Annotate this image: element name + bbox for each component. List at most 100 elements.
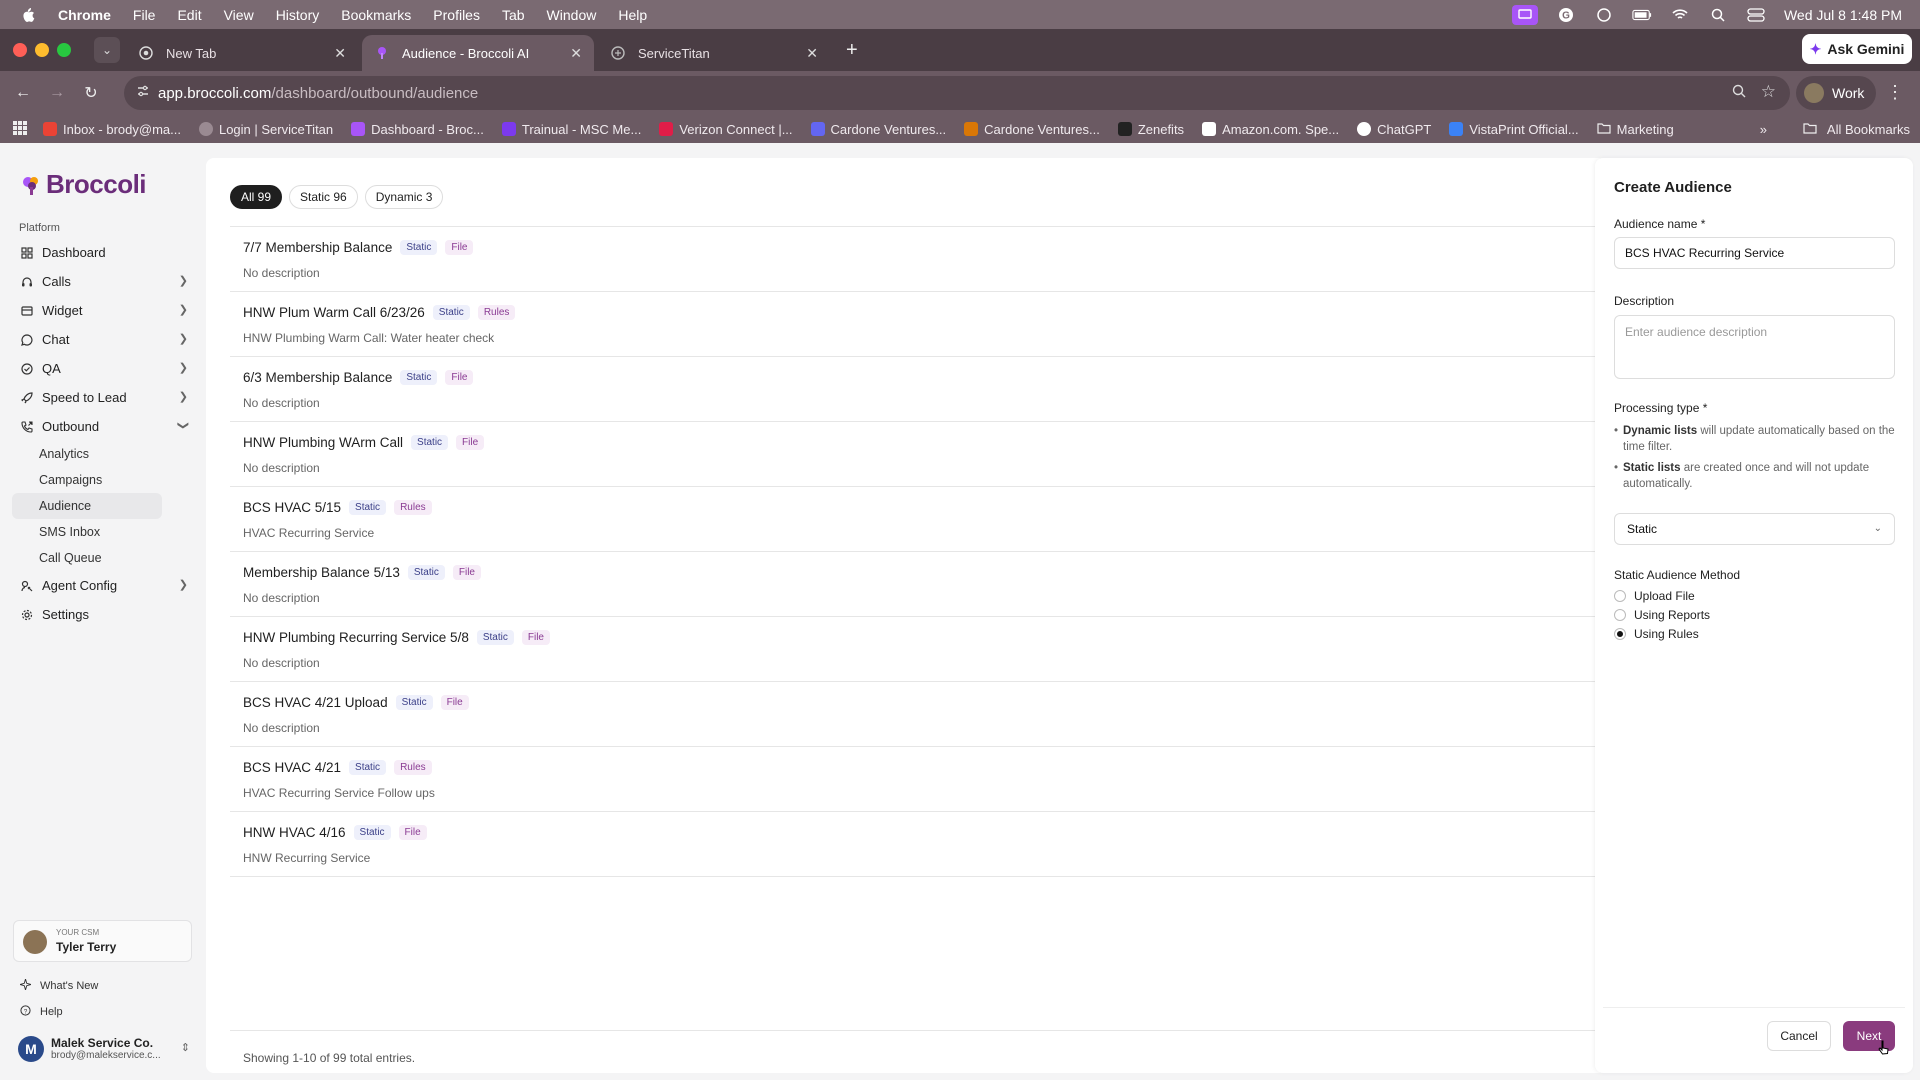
- audience-row[interactable]: HNW Plum Warm Call 6/23/26 Static Rules HN…: [230, 292, 1610, 357]
- cancel-button[interactable]: Cancel: [1767, 1021, 1831, 1051]
- close-tab-icon[interactable]: ✕: [334, 45, 346, 62]
- site-settings-icon[interactable]: [136, 84, 150, 101]
- bookmark-verizon[interactable]: Verizon Connect |...: [659, 122, 793, 137]
- bookmark-gmail[interactable]: Inbox - brody@ma...: [43, 122, 181, 137]
- bookmark-trainual[interactable]: Trainual - MSC Me...: [501, 122, 641, 137]
- menu-history[interactable]: History: [276, 7, 320, 23]
- bookmark-star-icon[interactable]: ☆: [1761, 82, 1776, 102]
- menu-help[interactable]: Help: [618, 7, 647, 23]
- menu-edit[interactable]: Edit: [177, 7, 201, 23]
- svg-text:G: G: [1562, 10, 1570, 21]
- reload-icon[interactable]: ↻: [74, 83, 108, 103]
- sidebar-subitem-campaigns[interactable]: Campaigns: [12, 467, 192, 493]
- radio-circle[interactable]: [1614, 609, 1626, 621]
- sidebar-subitem-sms-inbox[interactable]: SMS Inbox: [12, 519, 192, 545]
- menu-tab[interactable]: Tab: [502, 7, 525, 23]
- radio-circle-selected[interactable]: [1614, 628, 1626, 640]
- sync-icon[interactable]: [1594, 7, 1614, 23]
- audience-row[interactable]: 6/3 Membership Balance Static File No desc…: [230, 357, 1610, 422]
- sidebar-item-settings[interactable]: Settings: [12, 600, 192, 629]
- bookmark-cardone-1[interactable]: Cardone Ventures...: [810, 122, 946, 137]
- audience-row[interactable]: BCS HVAC 5/15 Static Rules HVAC Recurring …: [230, 487, 1610, 552]
- audience-name: BCS HVAC 4/21: [243, 760, 342, 775]
- filter-static[interactable]: Static 96: [289, 185, 358, 209]
- more-bookmarks-chevron-icon[interactable]: »: [1760, 122, 1767, 137]
- battery-icon[interactable]: [1632, 7, 1652, 23]
- tab-audience[interactable]: Audience - Broccoli AI ✕: [362, 35, 594, 71]
- description-textarea[interactable]: Enter audience description: [1614, 315, 1895, 379]
- sidebar-subitem-analytics[interactable]: Analytics: [12, 441, 192, 467]
- maximize-window-button[interactable]: [57, 43, 71, 57]
- close-window-button[interactable]: [13, 43, 27, 57]
- control-center-icon[interactable]: [1746, 7, 1766, 23]
- menu-window[interactable]: Window: [547, 7, 597, 23]
- audience-row[interactable]: 7/7 Membership Balance Static File No desc…: [230, 227, 1610, 292]
- sidebar-item-chat[interactable]: Chat ❯: [12, 325, 192, 354]
- address-bar[interactable]: app.broccoli.com/dashboard/outbound/audi…: [124, 76, 1790, 110]
- bookmark-servicetitan[interactable]: Login | ServiceTitan: [198, 122, 333, 137]
- menu-file[interactable]: File: [133, 7, 156, 23]
- radio-circle[interactable]: [1614, 590, 1626, 602]
- sidebar-subitem-call-queue[interactable]: Call Queue: [12, 545, 192, 571]
- sidebar-item-widget[interactable]: Widget ❯: [12, 296, 192, 325]
- sidebar-item-calls[interactable]: Calls ❯: [12, 267, 192, 296]
- radio-using-rules[interactable]: Using Rules: [1614, 627, 1699, 641]
- apps-grid-icon[interactable]: [13, 120, 27, 138]
- menu-view[interactable]: View: [224, 7, 254, 23]
- audience-name-input[interactable]: BCS HVAC Recurring Service: [1614, 237, 1895, 269]
- audience-row[interactable]: BCS HVAC 4/21 Static Rules HVAC Recurring …: [230, 747, 1610, 812]
- close-tab-icon[interactable]: ✕: [570, 45, 582, 62]
- zoom-icon[interactable]: [1732, 84, 1746, 101]
- bookmark-broccoli[interactable]: Dashboard - Broc...: [351, 122, 484, 137]
- ask-gemini-label: Ask Gemini: [1827, 41, 1905, 57]
- back-arrow-icon[interactable]: ←: [6, 84, 40, 102]
- sidebar-item-dashboard[interactable]: Dashboard: [12, 238, 192, 267]
- ask-gemini-button[interactable]: ✦ Ask Gemini: [1802, 34, 1912, 64]
- sidebar-item-speed-to-lead[interactable]: Speed to Lead ❯: [12, 383, 192, 412]
- bookmark-cardone-2[interactable]: Cardone Ventures...: [964, 122, 1100, 137]
- menu-chrome[interactable]: Chrome: [58, 7, 111, 23]
- sidebar-item-outbound[interactable]: Outbound ❯: [12, 412, 192, 441]
- audience-row[interactable]: HNW Plumbing Recurring Service 5/8 Static…: [230, 617, 1610, 682]
- screen-share-icon[interactable]: [1511, 4, 1538, 25]
- menu-profiles[interactable]: Profiles: [433, 7, 480, 23]
- sidebar-item-agent-config[interactable]: Agent Config ❯: [12, 571, 192, 600]
- forward-arrow-icon[interactable]: →: [40, 84, 74, 102]
- whats-new-link[interactable]: What's New: [18, 977, 98, 993]
- chrome-menu-icon[interactable]: ⋮: [1886, 82, 1904, 103]
- tab-new-tab[interactable]: New Tab ✕: [126, 35, 358, 71]
- bookmark-amazon[interactable]: Amazon.com. Spe...: [1202, 122, 1339, 137]
- csm-card[interactable]: YOUR CSM Tyler Terry: [13, 920, 192, 962]
- profile-button[interactable]: Work: [1796, 76, 1876, 110]
- audience-row[interactable]: HNW HVAC 4/16 Static File HNW Recurring Se…: [230, 812, 1610, 877]
- bookmark-marketing-folder[interactable]: Marketing: [1597, 122, 1674, 137]
- menubar-clock[interactable]: Wed Jul 8 1:48 PM: [1784, 7, 1902, 23]
- bookmark-chatgpt[interactable]: ChatGPT: [1357, 122, 1431, 137]
- help-link[interactable]: ? Help: [20, 1005, 63, 1019]
- audience-row[interactable]: BCS HVAC 4/21 Upload Static File No descri…: [230, 682, 1610, 747]
- tab-search-chevron-icon[interactable]: ⌄: [94, 37, 120, 63]
- minimize-window-button[interactable]: [35, 43, 49, 57]
- grammarly-icon[interactable]: G: [1556, 7, 1576, 23]
- sidebar-item-qa[interactable]: QA ❯: [12, 354, 192, 383]
- broccoli-logo[interactable]: Broccoli: [20, 169, 147, 200]
- radio-using-reports[interactable]: Using Reports: [1614, 608, 1710, 622]
- apple-icon[interactable]: [20, 7, 36, 23]
- bookmark-zenefits[interactable]: Zenefits: [1117, 122, 1184, 137]
- processing-type-select[interactable]: Static ⌄: [1614, 513, 1895, 545]
- tab-servicetitan[interactable]: ServiceTitan ✕: [598, 35, 830, 71]
- bookmark-vistaprint[interactable]: VistaPrint Official...: [1449, 122, 1579, 137]
- audience-row[interactable]: Membership Balance 5/13 Static File No des…: [230, 552, 1610, 617]
- all-bookmarks-link[interactable]: All Bookmarks: [1827, 122, 1910, 137]
- sidebar-subitem-audience[interactable]: Audience: [12, 493, 162, 519]
- account-switcher[interactable]: M Malek Service Co. brody@malekservice.c…: [18, 1034, 190, 1066]
- wifi-icon[interactable]: [1670, 7, 1690, 23]
- radio-upload-file[interactable]: Upload File: [1614, 589, 1695, 603]
- new-tab-plus-icon[interactable]: +: [846, 39, 858, 62]
- audience-row[interactable]: HNW Plumbing WArm Call Static File No desc…: [230, 422, 1610, 487]
- filter-all[interactable]: All 99: [230, 185, 283, 209]
- spotlight-search-icon[interactable]: [1708, 7, 1728, 23]
- close-tab-icon[interactable]: ✕: [806, 45, 818, 62]
- filter-dynamic[interactable]: Dynamic 3: [364, 185, 444, 209]
- menu-bookmarks[interactable]: Bookmarks: [341, 7, 411, 23]
